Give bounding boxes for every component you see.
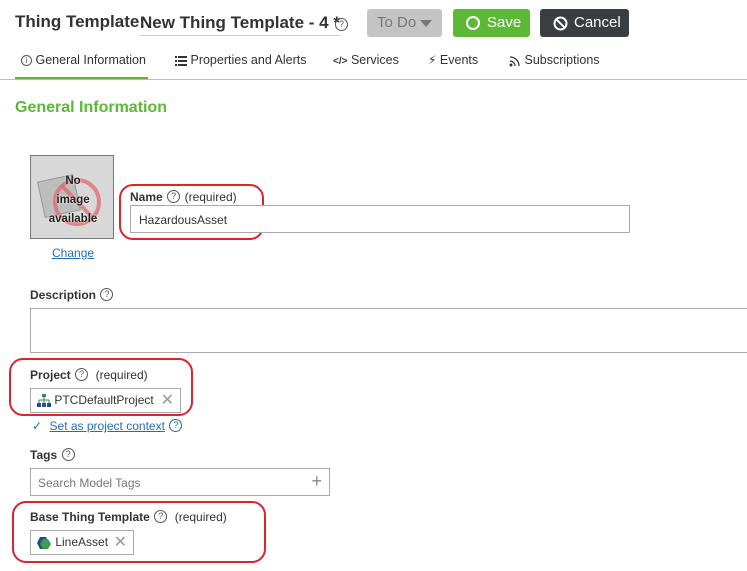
info-icon: i <box>21 55 32 67</box>
change-image-link[interactable]: Change <box>52 246 94 260</box>
tab-services[interactable]: </> Services <box>333 53 399 77</box>
tab-events[interactable]: ⚡︎ Events <box>428 53 478 77</box>
thing-image: No image available <box>30 155 114 239</box>
help-icon[interactable]: ? <box>75 368 89 382</box>
tags-placeholder: Search Model Tags <box>38 476 141 490</box>
name-label: Name <box>130 190 163 204</box>
base-template-chip[interactable]: LineAsset ✕ <box>30 530 134 555</box>
tab-label: Services <box>350 53 399 67</box>
status-label: To Do <box>377 14 417 31</box>
ban-icon <box>553 16 568 31</box>
description-label-row: Description ? <box>30 286 114 304</box>
help-icon[interactable]: ? <box>100 288 114 302</box>
tabs-divider <box>0 79 747 80</box>
cancel-button[interactable]: Cancel <box>540 9 629 37</box>
rss-icon <box>509 56 520 67</box>
name-input-value: HazardousAsset <box>139 213 228 227</box>
project-label: Project <box>30 368 71 382</box>
checkmark-icon: ✓ <box>32 419 43 433</box>
base-template-chip-label: LineAsset <box>55 535 109 549</box>
tags-label-row: Tags ? <box>30 446 75 464</box>
lightning-icon: ⚡︎ <box>428 53 437 67</box>
base-template-label: Base Thing Template <box>30 510 150 524</box>
project-context-row: ✓ Set as project context ? <box>32 417 183 435</box>
save-button[interactable]: Save <box>453 9 530 37</box>
code-icon: </> <box>333 56 348 67</box>
tags-search-input[interactable]: Search Model Tags + <box>30 468 330 496</box>
status-dropdown[interactable]: To Do <box>367 9 442 37</box>
entity-type-label: Thing Template: <box>15 12 146 31</box>
tab-properties-and-alerts[interactable]: Properties and Alerts <box>175 53 307 77</box>
cancel-label: Cancel <box>574 14 621 31</box>
save-label: Save <box>487 14 522 31</box>
required-label: (required) <box>184 190 237 204</box>
hierarchy-icon <box>37 394 51 408</box>
remove-icon[interactable]: ✕ <box>114 531 127 554</box>
tab-label: Events <box>439 53 479 67</box>
name-label-row: Name ? (required) <box>130 188 237 206</box>
name-input[interactable]: HazardousAsset <box>130 205 630 233</box>
add-icon[interactable]: + <box>311 471 322 492</box>
required-label: (required) <box>95 368 148 382</box>
chevron-down-icon <box>420 20 432 27</box>
tab-label: General Information <box>35 53 146 67</box>
project-chip[interactable]: PTCDefaultProject ✕ <box>30 388 181 413</box>
description-textarea[interactable] <box>30 308 747 353</box>
tags-label: Tags <box>30 448 58 462</box>
tab-label: Subscriptions <box>524 53 600 67</box>
section-title: General Information <box>15 99 168 116</box>
no-image-text: No image available <box>48 175 98 225</box>
base-template-label-row: Base Thing Template ? (required) <box>30 508 227 526</box>
project-chip-label: PTCDefaultProject <box>54 393 154 407</box>
help-icon[interactable]: ? <box>154 510 168 524</box>
tab-label: Properties and Alerts <box>190 53 307 67</box>
tab-subscriptions[interactable]: Subscriptions <box>509 53 600 77</box>
thing-template-icon <box>37 536 51 549</box>
project-label-row: Project ? (required) <box>30 366 148 384</box>
tab-general-information[interactable]: i General Information <box>15 53 148 80</box>
help-icon[interactable]: ? <box>167 190 181 204</box>
circle-icon <box>466 16 480 30</box>
list-icon <box>175 55 187 66</box>
help-icon[interactable]: ? <box>169 419 183 433</box>
help-icon[interactable]: ? <box>61 448 75 462</box>
set-project-context-link[interactable]: Set as project context <box>50 419 165 433</box>
required-label: (required) <box>174 510 227 524</box>
entity-name-title[interactable]: New Thing Template - 4 * <box>140 13 340 36</box>
help-icon[interactable]: ? <box>335 18 348 31</box>
description-label: Description <box>30 288 97 302</box>
remove-icon[interactable]: ✕ <box>161 389 174 412</box>
